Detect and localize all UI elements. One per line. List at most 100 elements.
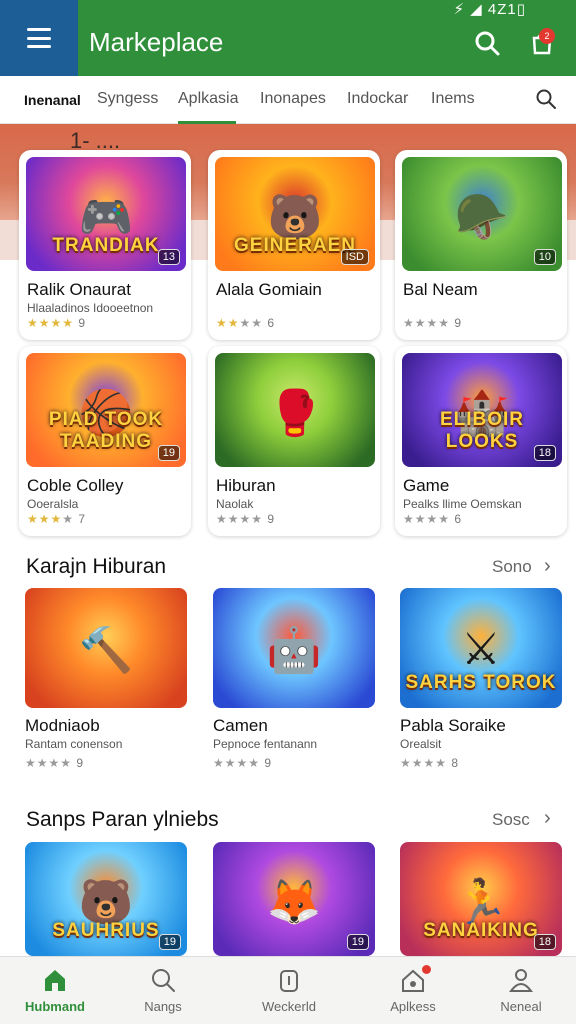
- game-thumbnail[interactable]: 🥊: [215, 353, 375, 467]
- game-card[interactable]: 🥊 Hiburan Naolak ★★★★ 9: [208, 346, 380, 536]
- age-rating-badge: 19: [346, 934, 369, 950]
- game-thumbnail[interactable]: 🔨: [25, 588, 187, 708]
- game-subtitle: Orealsit: [400, 737, 442, 751]
- chevron-right-icon[interactable]: ›: [544, 555, 551, 578]
- age-rating-badge: 19: [158, 934, 181, 950]
- fighter-icon: 🥊: [267, 389, 323, 439]
- app-title: Markeplace: [89, 27, 224, 57]
- game-card[interactable]: 🪖 10 Bal Neam ★★★★ 9: [395, 150, 567, 340]
- top-app-bar: Markeplace ⚡ ◢ 4Z1▯ 2: [0, 0, 576, 76]
- game-thumbnail[interactable]: 🏰 ELIBOIR LOOKS 18: [402, 353, 562, 467]
- game-card[interactable]: 🏀 PIAD TOOK TAADING 19 Coble Colley Ooeralsl…: [19, 346, 191, 536]
- game-thumbnail[interactable]: 🐻 GEINERAEN ISD: [215, 157, 375, 271]
- game-card[interactable]: 🏰 ELIBOIR LOOKS 18 Game Pealks llime Oemskan…: [395, 346, 567, 536]
- game-title: Coble Colley: [27, 476, 124, 495]
- game-thumbnail[interactable]: 🦊 19: [213, 842, 375, 956]
- window-icon: [280, 970, 298, 992]
- chevron-right-icon[interactable]: ›: [544, 807, 551, 830]
- tab-aplkasia[interactable]: Aplkasia: [178, 90, 238, 108]
- rating-value: 9: [454, 316, 463, 330]
- search-icon: [152, 969, 175, 992]
- category-tabs: Inenanal Syngess Aplkasia Inonapes Indoc…: [0, 76, 576, 124]
- age-rating-badge: ISD: [340, 249, 369, 265]
- nav-home[interactable]: Hubmand: [0, 957, 110, 1024]
- age-rating-badge: 19: [157, 445, 180, 461]
- search-icon[interactable]: [474, 30, 500, 56]
- game-title: Pabla Soraike: [400, 716, 506, 735]
- section-more-link[interactable]: Sosc: [492, 810, 530, 830]
- rating: ★★★★ 9: [213, 756, 273, 770]
- age-rating-badge: 13: [157, 249, 180, 265]
- game-thumbnail[interactable]: 🐻 SAUHRIUS 19: [25, 842, 187, 956]
- age-rating-badge: 10: [533, 249, 556, 265]
- rating-value: 9: [264, 756, 273, 770]
- game-subtitle: Pepnoce fentanann: [213, 737, 318, 751]
- rating: ★★★★ 6: [403, 512, 463, 526]
- nav-search[interactable]: Nangs: [108, 957, 218, 1024]
- rating-value: 6: [267, 316, 276, 330]
- game-thumbnail[interactable]: 🏀 PIAD TOOK TAADING 19: [26, 353, 186, 467]
- tab-indockar[interactable]: Indockar: [347, 90, 408, 108]
- hammer-icon: 🔨: [78, 626, 134, 675]
- rating-value: 9: [76, 756, 85, 770]
- nav-label: Neneal: [500, 999, 542, 1014]
- game-title: Hiburan: [216, 476, 276, 495]
- game-title: Modniaob: [25, 716, 100, 735]
- game-thumbnail[interactable]: 🏃 SANAIKING 18: [400, 842, 562, 956]
- rating: ★★★★ 6: [216, 316, 276, 330]
- game-subtitle: Naolak: [216, 497, 254, 511]
- game-card[interactable]: 🎮 TRANDIAK 13 Ralik Onaurat Hlaaladinos Idoo…: [19, 150, 191, 340]
- game-title: Game: [403, 476, 450, 495]
- hamburger-icon: [27, 28, 51, 48]
- rating: ★★★★ 9: [403, 316, 463, 330]
- game-subtitle: Rantam conenson: [25, 737, 123, 751]
- game-thumbnail[interactable]: 🪖 10: [402, 157, 562, 271]
- nav-profile[interactable]: Neneal: [466, 957, 576, 1024]
- game-thumbnail[interactable]: 🤖: [213, 588, 375, 708]
- rating-value: 8: [451, 756, 460, 770]
- rating-value: 7: [78, 512, 87, 526]
- nav-apps[interactable]: Aplkess: [358, 957, 468, 1024]
- squad-icon: 🦊: [266, 878, 322, 928]
- section-more-link[interactable]: Sono: [492, 557, 532, 577]
- game-title: Bal Neam: [403, 280, 478, 299]
- game-title: Ralik Onaurat: [27, 280, 131, 299]
- nav-label: Aplkess: [390, 999, 436, 1014]
- robot-icon: 🤖: [266, 626, 322, 675]
- nav-label: Nangs: [144, 999, 182, 1014]
- game-title: Alala Gomiain: [216, 280, 322, 299]
- rating: ★★★★ 9: [25, 756, 85, 770]
- nav-label: Weckerld: [262, 999, 316, 1014]
- tab-syngess[interactable]: Syngess: [97, 90, 158, 108]
- game-title: Camen: [213, 716, 268, 735]
- nav-notification-dot: [422, 965, 431, 974]
- bottom-navigation: Hubmand Nangs Weckerld Aplkess Neneal: [0, 956, 576, 1024]
- section-title: Karajn Hiburan: [26, 555, 167, 578]
- rating: ★★★★ 8: [400, 756, 460, 770]
- age-rating-badge: 18: [533, 445, 556, 461]
- rating-value: 6: [454, 512, 463, 526]
- tab-search-icon[interactable]: [535, 88, 557, 110]
- rating: ★★★★ 7: [27, 512, 87, 526]
- tab-inenanal[interactable]: Inenanal: [24, 92, 81, 108]
- soldier-icon: 🪖: [454, 193, 510, 243]
- game-thumbnail[interactable]: ⚔ SARHS TOROK: [400, 588, 562, 708]
- game-thumbnail[interactable]: 🎮 TRANDIAK 13: [26, 157, 186, 271]
- game-card[interactable]: 🐻 GEINERAEN ISD Alala Gomiain ★★★★ 6: [208, 150, 380, 340]
- nav-window[interactable]: Weckerld: [234, 957, 344, 1024]
- menu-button[interactable]: [0, 0, 78, 76]
- section-title: Sanps Paran ylniebs: [26, 808, 219, 831]
- home-icon: [45, 970, 65, 991]
- app-root: Markeplace ⚡ ◢ 4Z1▯ 2 Inenanal Syngess A…: [0, 0, 576, 1024]
- profile-icon: [509, 969, 533, 992]
- game-subtitle: Pealks llime Oemskan: [403, 497, 522, 511]
- rating: ★★★★ 9: [216, 512, 276, 526]
- thumbnail-title-art: SARHS TOROK: [405, 672, 557, 693]
- notification-badge: 2: [539, 28, 555, 44]
- status-bar: ⚡ ◢ 4Z1▯: [453, 1, 526, 18]
- tab-inonapes[interactable]: Inonapes: [260, 90, 326, 108]
- game-subtitle: Ooeralsla: [27, 497, 79, 511]
- viking-icon: ⚔: [461, 625, 501, 674]
- nav-label: Hubmand: [25, 999, 85, 1014]
- tab-inems[interactable]: Inems: [431, 90, 475, 108]
